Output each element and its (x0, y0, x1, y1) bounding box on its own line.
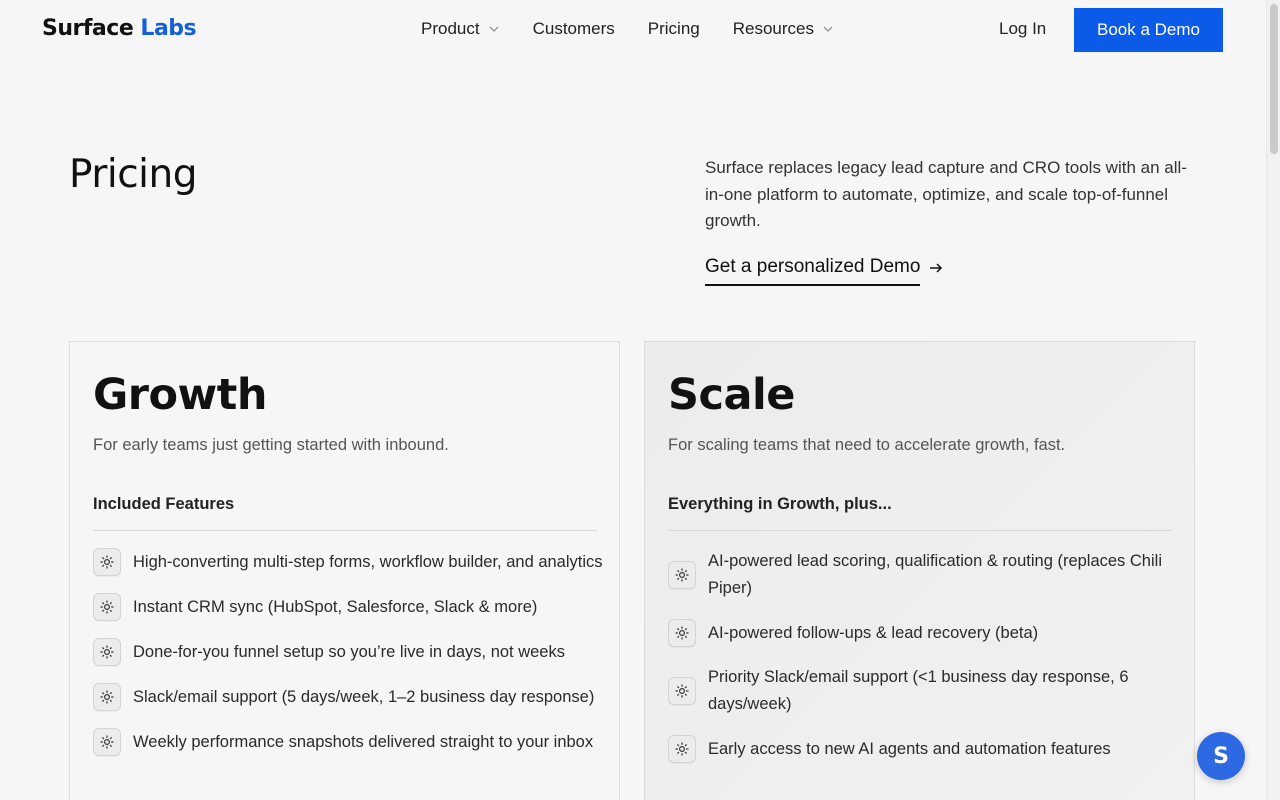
sparkle-burst-icon (93, 593, 121, 621)
sparkle-burst-icon (93, 548, 121, 576)
divider (93, 530, 597, 531)
site-header: Surface Labs Product Customers Pricing R… (0, 0, 1266, 60)
feature-item: Weekly performance snapshots delivered s… (93, 728, 603, 756)
nav-item-label: Resources (732, 19, 815, 38)
chat-launcher-button[interactable]: S (1197, 732, 1245, 780)
nav-item-label: Pricing (647, 19, 700, 38)
feature-text: Done-for-you funnel setup so you’re live… (133, 642, 565, 661)
page-scrollbar[interactable] (1266, 0, 1280, 800)
plan-description: For early teams just getting started wit… (93, 436, 449, 454)
plan-name: Scale (668, 370, 795, 420)
feature-item: Early access to new AI agents and automa… (668, 735, 1178, 763)
personalized-demo-link[interactable]: Get a personalized Demo (705, 256, 944, 286)
feature-text: AI-powered lead scoring, qualification &… (708, 552, 1162, 597)
feature-text: Early access to new AI agents and automa… (708, 739, 1111, 758)
features-heading: Everything in Growth, plus... (668, 495, 892, 513)
feature-text: Slack/email support (5 days/week, 1–2 bu… (133, 687, 595, 706)
feature-text: Instant CRM sync (HubSpot, Salesforce, S… (133, 597, 538, 616)
sparkle-burst-icon (93, 683, 121, 711)
logo[interactable]: Surface Labs (42, 16, 197, 41)
chevron-down-icon (823, 26, 833, 33)
book-demo-button[interactable]: Book a Demo (1074, 8, 1223, 52)
nav-item-pricing[interactable]: Pricing (648, 19, 700, 39)
nav-item-customers[interactable]: Customers (533, 19, 615, 39)
cta-label: Get a personalized Demo (705, 256, 921, 286)
intro-text: Surface replaces legacy lead capture and… (705, 158, 1187, 230)
feature-item: Priority Slack/email support (<1 busines… (668, 664, 1178, 718)
feature-item: AI-powered lead scoring, qualification &… (668, 548, 1178, 602)
sparkle-burst-icon (668, 735, 696, 763)
feature-list: AI-powered lead scoring, qualification &… (668, 548, 1178, 780)
plan-card-scale: Scale For scaling teams that need to acc… (644, 341, 1195, 800)
feature-item: Slack/email support (5 days/week, 1–2 bu… (93, 683, 603, 711)
arrow-right-icon (930, 263, 943, 273)
logo-text: Surface (42, 16, 134, 41)
sparkle-burst-icon (93, 638, 121, 666)
sparkle-burst-icon (668, 561, 696, 589)
sparkle-burst-icon (668, 619, 696, 647)
nav-item-product[interactable]: Product (421, 19, 500, 39)
nav-item-label: Product (421, 19, 480, 38)
feature-text: AI-powered follow-ups & lead recovery (b… (708, 623, 1039, 642)
features-heading: Included Features (93, 495, 235, 513)
chevron-down-icon (489, 26, 499, 33)
feature-text: High-converting multi-step forms, workfl… (133, 552, 603, 571)
plan-name: Growth (93, 370, 267, 420)
nav-item-label: Customers (532, 19, 615, 38)
scrollbar-thumb[interactable] (1270, 4, 1278, 154)
feature-text: Weekly performance snapshots delivered s… (133, 732, 594, 751)
feature-text: Priority Slack/email support (<1 busines… (708, 668, 1129, 713)
plan-description: For scaling teams that need to accelerat… (668, 436, 1066, 454)
feature-list: High-converting multi-step forms, workfl… (93, 548, 603, 773)
divider (668, 530, 1172, 531)
sparkle-burst-icon (93, 728, 121, 756)
feature-item: Done-for-you funnel setup so you’re live… (93, 638, 603, 666)
nav-item-resources[interactable]: Resources (733, 19, 834, 39)
page-title: Pricing (69, 152, 197, 197)
sparkle-burst-icon (668, 677, 696, 705)
main-nav: Product Customers Pricing Resources (421, 19, 834, 39)
login-link[interactable]: Log In (999, 19, 1046, 39)
feature-item: High-converting multi-step forms, workfl… (93, 548, 603, 576)
feature-item: Instant CRM sync (HubSpot, Salesforce, S… (93, 593, 603, 621)
logo-accent-text: Labs (140, 16, 197, 41)
feature-item: AI-powered follow-ups & lead recovery (b… (668, 619, 1178, 647)
plan-card-growth: Growth For early teams just getting star… (69, 341, 620, 800)
